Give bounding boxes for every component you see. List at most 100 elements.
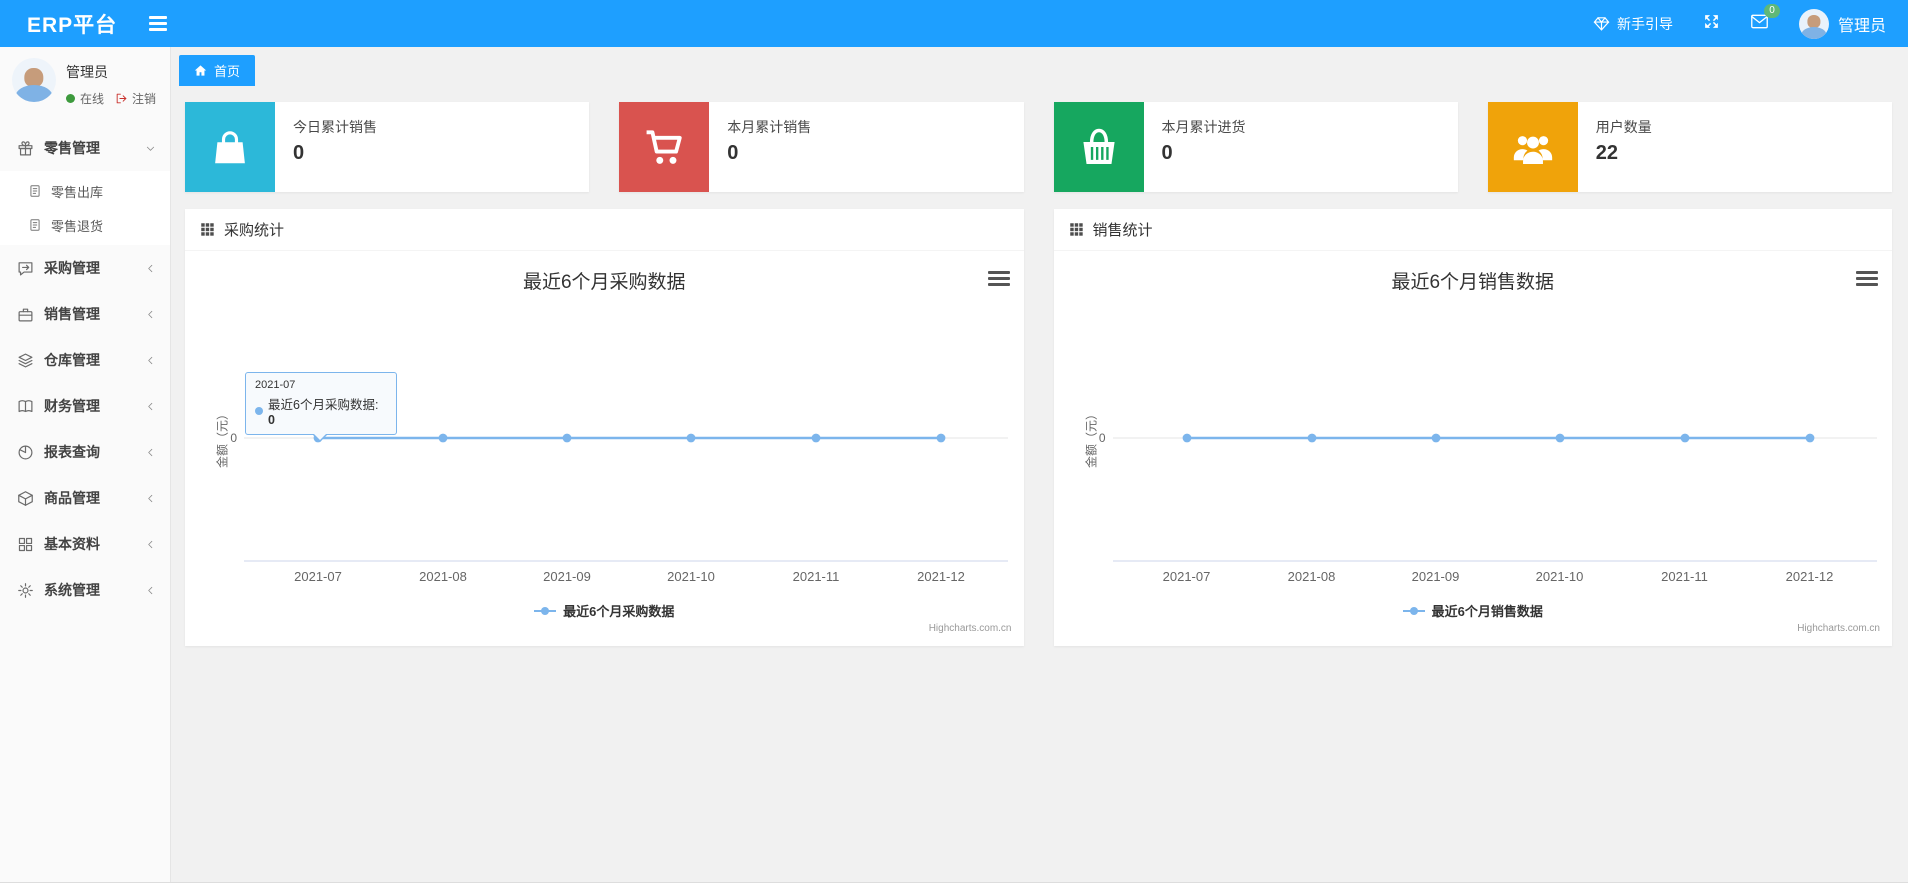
main-content: 首页 今日累计销售 0 本月累计销售 0 本月累计进货 0 用户数量 22 采购… — [172, 47, 1908, 889]
series-dot-icon — [255, 406, 263, 415]
online-status-dot — [66, 94, 75, 103]
home-icon — [194, 65, 207, 76]
chevron-down-icon — [146, 146, 155, 151]
sidebar-item-warehouse[interactable]: 仓库管理 — [0, 337, 170, 383]
box-icon — [18, 490, 33, 506]
logout-button[interactable]: 注销 — [115, 90, 156, 107]
x-axis-label: 2021-11 — [792, 569, 840, 584]
sidebar: 管理员 在线 注销 零售管理 零售出库 零售退货 采购管理 销售管理 仓库管理 … — [0, 47, 171, 889]
x-axis-label: 2021-08 — [419, 569, 467, 584]
chevron-left-icon — [148, 448, 153, 456]
footer-strip — [0, 882, 1908, 889]
tab-bar: 首页 — [172, 47, 1908, 87]
tab-home[interactable]: 首页 — [179, 55, 256, 86]
chart-panels-row: 采购统计 最近6个月采购数据 金额（元） 0 2021-07 2021-08 2… — [185, 209, 1892, 646]
th-grid-icon — [1069, 223, 1083, 236]
chevron-left-icon — [148, 310, 153, 318]
x-axis-label: 2021-09 — [543, 569, 591, 584]
sidebar-item-system[interactable]: 系统管理 — [0, 567, 170, 613]
sidebar-item-retail-outbound[interactable]: 零售出库 — [0, 174, 170, 208]
stat-card-user-count[interactable]: 用户数量 22 — [1487, 102, 1892, 192]
fullscreen-button[interactable] — [1703, 13, 1720, 35]
stat-cards-row: 今日累计销售 0 本月累计销售 0 本月累计进货 0 用户数量 22 — [185, 102, 1892, 192]
x-axis-label: 2021-10 — [1535, 569, 1584, 584]
file-icon — [30, 219, 40, 231]
x-axis-label: 2021-10 — [667, 569, 715, 584]
chevron-left-icon — [148, 356, 153, 364]
online-status-label: 在线 — [80, 92, 105, 106]
gear-icon — [18, 582, 33, 598]
stat-card-value: 0 — [293, 142, 305, 164]
x-axis-label: 2021-12 — [1785, 569, 1834, 584]
stat-card-value: 22 — [1595, 142, 1618, 164]
x-axis-label: 2021-11 — [1661, 569, 1708, 584]
shopping-cart-icon — [619, 102, 710, 192]
chevron-left-icon — [148, 540, 153, 548]
x-axis-label: 2021-07 — [294, 569, 342, 584]
briefcase-icon — [18, 308, 33, 321]
panel-header: 采购统计 — [185, 209, 1024, 251]
brand-logo[interactable]: ERP平台 — [27, 9, 117, 39]
shopping-basket-icon — [1053, 102, 1144, 192]
grid-icon — [18, 537, 33, 551]
sidebar-item-finance[interactable]: 财务管理 — [0, 383, 170, 429]
sidebar-item-purchase[interactable]: 采购管理 — [0, 245, 170, 291]
gift-icon — [18, 140, 33, 155]
chevron-left-icon — [148, 586, 153, 594]
panel-title: 采购统计 — [224, 222, 285, 239]
messages-button[interactable]: 0 — [1750, 3, 1780, 35]
th-grid-icon — [201, 223, 214, 236]
stat-card-month-purchases[interactable]: 本月累计进货 0 — [1053, 102, 1458, 192]
sidebar-user-block: 管理员 在线 注销 — [0, 47, 170, 117]
sidebar-item-products[interactable]: 商品管理 — [0, 475, 170, 521]
x-axis-label: 2021-07 — [1162, 569, 1211, 584]
chevron-left-icon — [148, 402, 153, 410]
stat-card-month-sales[interactable]: 本月累计销售 0 — [619, 102, 1024, 192]
user-menu[interactable]: 管理员 — [1798, 8, 1886, 39]
avatar — [1798, 8, 1829, 39]
purchase-stats-panel: 采购统计 最近6个月采购数据 金额（元） 0 2021-07 2021-08 2… — [185, 209, 1024, 646]
x-axis-label: 2021-09 — [1411, 569, 1460, 584]
panel-title: 销售统计 — [1092, 222, 1153, 239]
sidebar-item-reports[interactable]: 报表查询 — [0, 429, 170, 475]
sidebar-item-basic-data[interactable]: 基本资料 — [0, 521, 170, 567]
legend-item[interactable]: 最近6个月采购数据 — [185, 601, 1024, 620]
stat-card-label: 今日累计销售 — [293, 119, 377, 135]
legend-item[interactable]: 最近6个月销售数据 — [1054, 601, 1893, 620]
stat-card-value: 0 — [1161, 142, 1173, 164]
panel-header: 销售统计 — [1053, 209, 1892, 251]
stat-card-label: 用户数量 — [1595, 119, 1652, 135]
avatar[interactable] — [12, 58, 56, 102]
fullscreen-icon — [1705, 14, 1718, 28]
tooltip-header: 2021-07 — [255, 379, 296, 391]
highcharts-credits[interactable]: Highcharts.com.cn — [1797, 623, 1880, 634]
chat-square-icon — [18, 261, 33, 275]
shopping-bag-icon — [185, 102, 275, 192]
stat-card-today-sales[interactable]: 今日累计销售 0 — [185, 102, 590, 192]
stat-card-value: 0 — [727, 142, 739, 164]
plot-area — [244, 433, 1008, 562]
legend-marker-icon — [534, 606, 557, 615]
chevron-left-icon — [148, 264, 153, 272]
top-navbar: ERP平台 新手引导 0 管理员 — [0, 0, 1908, 47]
sidebar-item-retail-return[interactable]: 零售退货 — [0, 208, 170, 242]
purchase-chart: 最近6个月采购数据 金额（元） 0 2021-07 2021-08 2021-0… — [185, 251, 1024, 645]
highcharts-credits[interactable]: Highcharts.com.cn — [929, 623, 1012, 634]
sales-stats-panel: 销售统计 最近6个月销售数据 金额（元） 0 2021-07 2021-08 2… — [1053, 209, 1893, 646]
sidebar-collapse-icon[interactable] — [149, 16, 168, 31]
layers-icon — [18, 353, 33, 367]
sidebar-menu: 零售管理 零售出库 零售退货 采购管理 销售管理 仓库管理 财务管理 报表查询 … — [0, 125, 170, 613]
sidebar-item-retail[interactable]: 零售管理 — [0, 125, 170, 171]
pie-chart-icon — [18, 445, 33, 459]
x-axis-label: 2021-12 — [917, 569, 965, 584]
message-count-badge: 0 — [1763, 3, 1780, 18]
sidebar-username: 管理员 — [66, 64, 108, 80]
stat-card-label: 本月累计销售 — [727, 119, 812, 135]
sidebar-item-sales[interactable]: 销售管理 — [0, 291, 170, 337]
book-icon — [18, 399, 33, 412]
sales-chart: 最近6个月销售数据 金额（元） 0 2021-07 2021-08 2021-0… — [1054, 251, 1893, 645]
chart-tooltip: 2021-07 最近6个月采购数据: 0 — [245, 372, 397, 442]
username-label: 管理员 — [1837, 17, 1886, 35]
guide-button[interactable]: 新手引导 — [1593, 14, 1673, 34]
x-axis-label: 2021-08 — [1287, 569, 1336, 584]
